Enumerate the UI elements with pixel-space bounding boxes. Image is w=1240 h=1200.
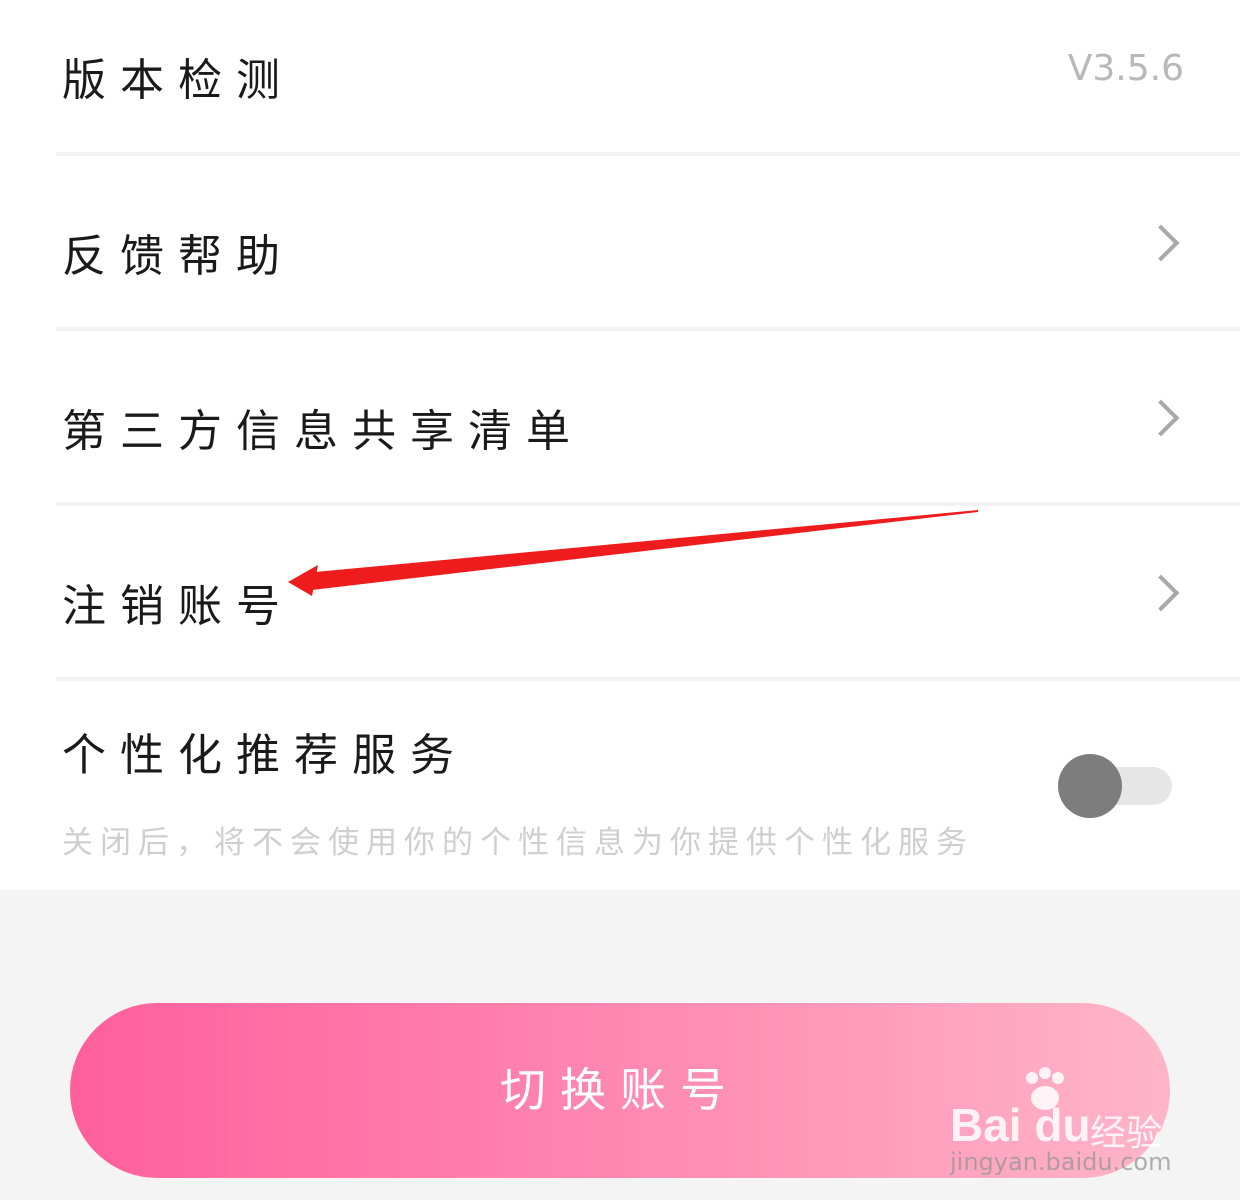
- watermark-brand: Bai du: [950, 1099, 1091, 1151]
- version-check-row[interactable]: 版本检测 V3.5.6: [0, 0, 1240, 152]
- deactivate-account-row[interactable]: 注销账号: [0, 506, 1240, 678]
- personalized-recommendation-label: 个性化推荐服务: [62, 730, 468, 781]
- chevron-right-icon: [1142, 574, 1180, 612]
- personalized-recommendation-row: 个性化推荐服务 关闭后，将不会使用你的个性信息为你提供个性化服务: [0, 681, 1240, 890]
- deactivate-account-label: 注销账号: [62, 581, 294, 632]
- version-check-label: 版本检测: [62, 55, 294, 106]
- personalized-recommendation-description: 关闭后，将不会使用你的个性信息为你提供个性化服务: [62, 825, 974, 861]
- chevron-right-icon: [1142, 224, 1180, 262]
- version-number: V3.5.6: [1067, 48, 1184, 89]
- baidu-watermark: Bai du 经验 jingyan.baidu.com: [950, 1066, 1190, 1176]
- chevron-right-icon: [1142, 399, 1180, 437]
- third-party-sharing-row[interactable]: 第三方信息共享清单: [0, 331, 1240, 503]
- toggle-knob[interactable]: [1058, 754, 1122, 818]
- third-party-sharing-label: 第三方信息共享清单: [62, 406, 584, 457]
- feedback-help-row[interactable]: 反馈帮助: [0, 156, 1240, 328]
- settings-list: 版本检测 V3.5.6 反馈帮助 第三方信息共享清单 注销账号 个性化推荐服务 …: [0, 0, 1240, 890]
- feedback-help-label: 反馈帮助: [62, 231, 294, 282]
- watermark-url: jingyan.baidu.com: [950, 1148, 1172, 1176]
